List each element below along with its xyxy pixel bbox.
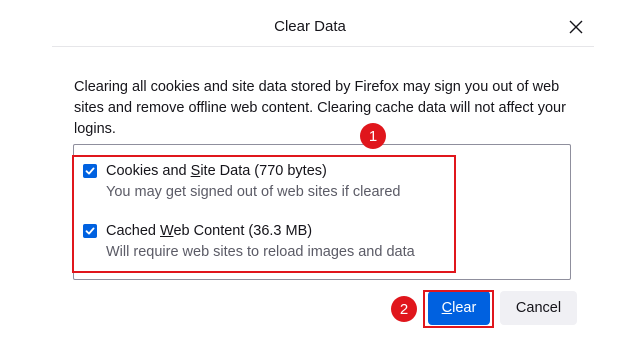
cancel-button[interactable]: Cancel xyxy=(500,291,577,325)
close-button[interactable] xyxy=(563,14,589,40)
cookies-checkbox[interactable] xyxy=(83,164,97,178)
header-divider xyxy=(52,46,594,47)
cache-description: Will require web sites to reload images … xyxy=(106,244,415,260)
cache-label[interactable]: Cached Web Content (36.3 MB) xyxy=(106,223,312,239)
clear-button[interactable]: Clear xyxy=(428,291,490,325)
dialog-description: Clearing all cookies and site data store… xyxy=(74,79,566,137)
annotation-marker-2: 2 xyxy=(391,296,417,322)
checkmark-icon xyxy=(85,227,95,235)
cache-checkbox[interactable] xyxy=(83,224,97,238)
option-cookies-site-data: Cookies and Site Data (770 bytes) You ma… xyxy=(83,163,400,200)
cookies-label[interactable]: Cookies and Site Data (770 bytes) xyxy=(106,163,327,179)
annotation-marker-1: 1 xyxy=(360,123,386,149)
close-icon xyxy=(569,20,583,34)
clear-data-dialog: Clear Data Clearing all cookies and site… xyxy=(0,0,644,345)
option-cached-web-content: Cached Web Content (36.3 MB) Will requir… xyxy=(83,223,415,260)
checkmark-icon xyxy=(85,167,95,175)
dialog-title: Clear Data xyxy=(274,18,346,35)
cookies-description: You may get signed out of web sites if c… xyxy=(106,184,401,200)
